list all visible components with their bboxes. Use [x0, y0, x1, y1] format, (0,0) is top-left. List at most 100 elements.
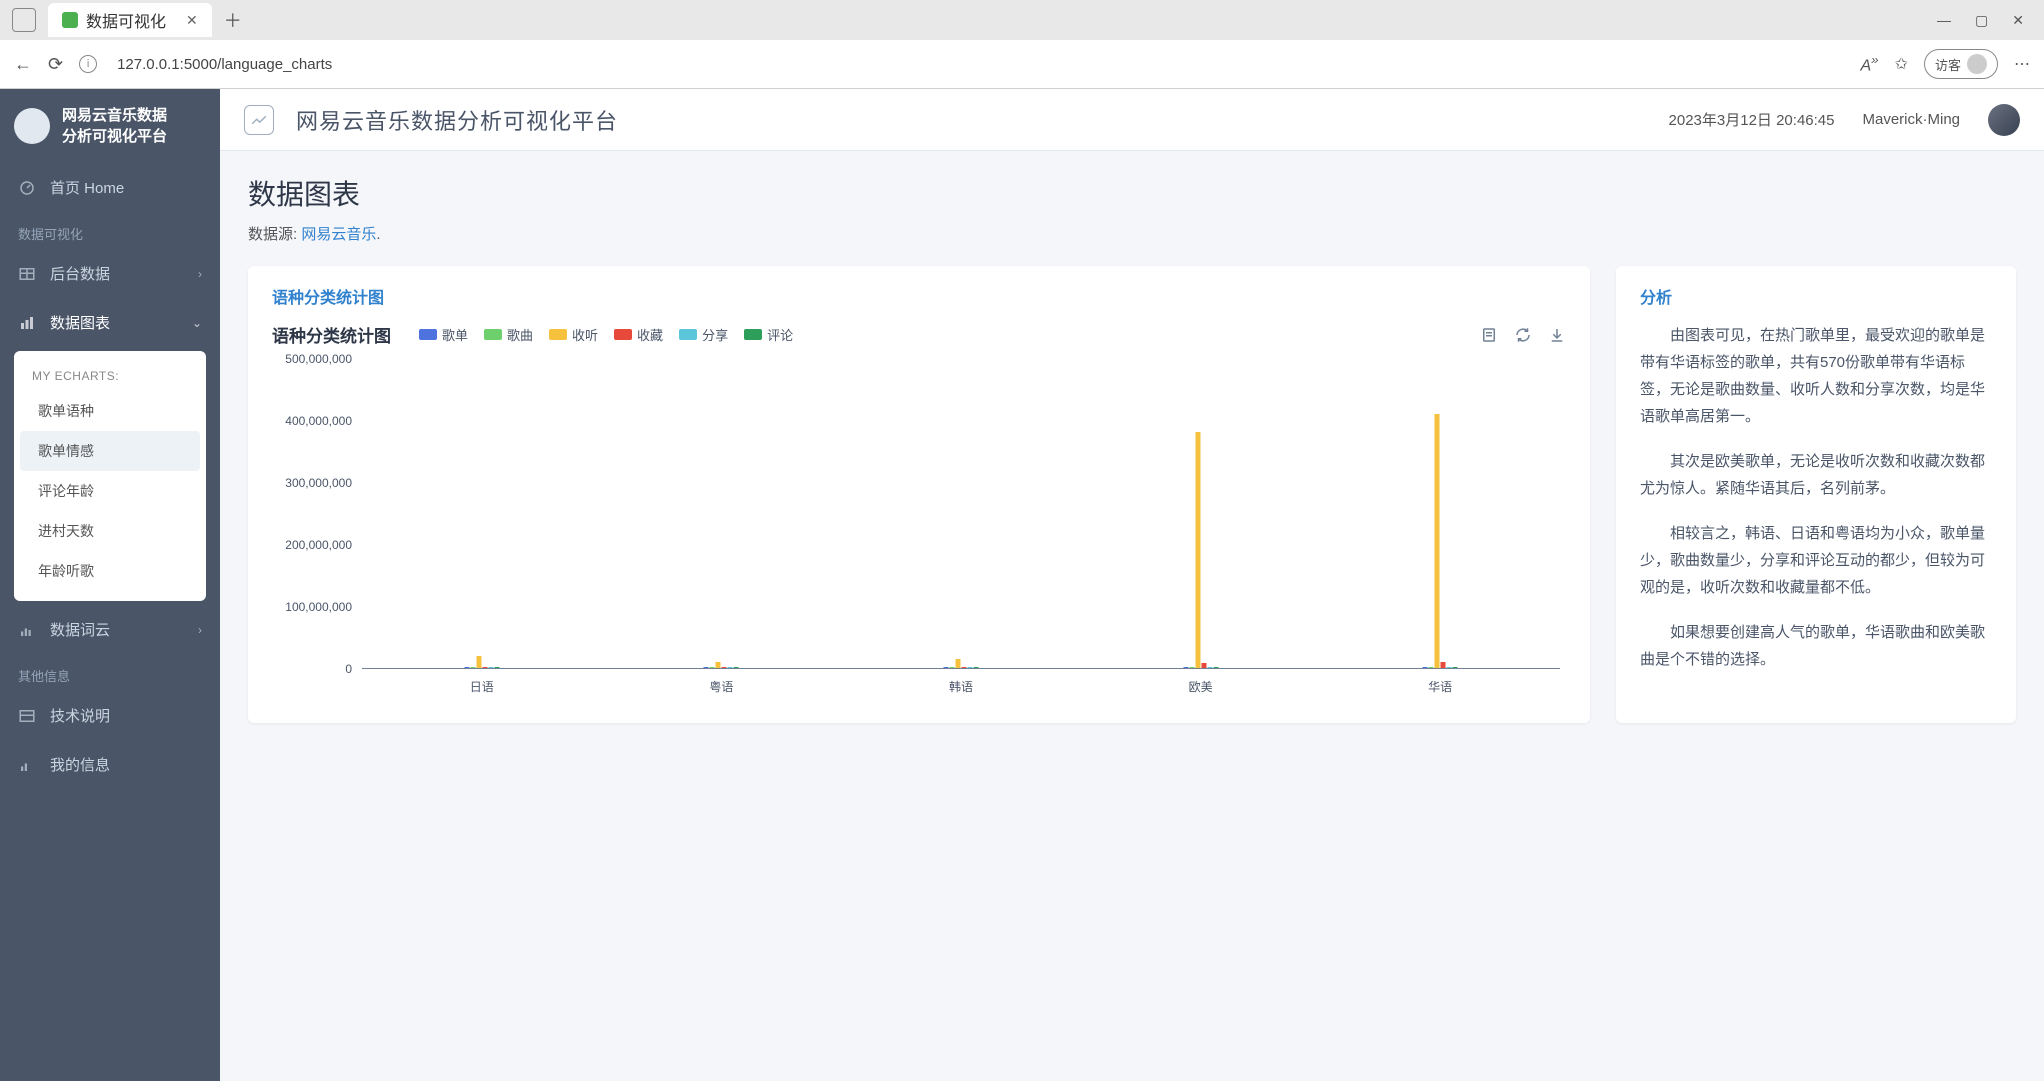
bar[interactable]	[1189, 667, 1194, 668]
bar[interactable]	[950, 667, 955, 668]
window-maximize-button[interactable]: ▢	[1975, 12, 1988, 29]
analysis-paragraph: 相较言之，韩语、日语和粤语均为小众，歌单量少，歌曲数量少，分享和评论互动的都少，…	[1640, 520, 1992, 601]
legend-label: 收听	[572, 325, 598, 344]
new-tab-button[interactable]: ＋	[224, 7, 242, 33]
bar[interactable]	[1213, 667, 1218, 668]
site-info-icon[interactable]: i	[79, 55, 97, 73]
bar[interactable]	[482, 667, 487, 668]
tab-close-button[interactable]: ✕	[186, 12, 198, 29]
sidebar-item-myinfo[interactable]: 我的信息	[0, 740, 220, 789]
browser-tab[interactable]: 数据可视化 ✕	[48, 3, 212, 37]
legend-item[interactable]: 收藏	[614, 325, 663, 344]
x-tick: 粤语	[709, 678, 733, 695]
legend-item[interactable]: 歌曲	[484, 325, 533, 344]
sidebar-item-label: 我的信息	[50, 754, 110, 775]
window-minimize-button[interactable]: —	[1937, 12, 1951, 29]
chart-card: 语种分类统计图 语种分类统计图 歌单歌曲收听收藏分享评论	[248, 266, 1590, 723]
back-button[interactable]: ←	[14, 54, 32, 75]
browser-chrome: 数据可视化 ✕ ＋ — ▢ ✕ ← ⟳ i A» ✩ 访客 ⋯	[0, 0, 2044, 89]
datasource-link[interactable]: 网易云音乐	[301, 226, 376, 243]
chart-card-title: 语种分类统计图	[272, 284, 1566, 308]
guest-profile-button[interactable]: 访客	[1924, 49, 1998, 79]
bar[interactable]	[968, 667, 973, 668]
y-tick: 200,000,000	[285, 538, 352, 552]
sidebar-item-home[interactable]: 首页 Home	[0, 163, 220, 212]
legend-item[interactable]: 评论	[744, 325, 793, 344]
bar[interactable]	[494, 667, 499, 668]
submenu-item-emotion[interactable]: 歌单情感	[20, 431, 200, 471]
bar[interactable]	[488, 667, 493, 668]
sidebar-item-label: 数据图表	[50, 312, 110, 333]
bar[interactable]	[1201, 663, 1206, 668]
bar[interactable]	[1195, 432, 1200, 668]
bar[interactable]	[722, 667, 727, 668]
chart-icon	[18, 314, 36, 332]
data-view-button[interactable]	[1480, 326, 1498, 344]
brand-line1: 网易云音乐数据	[62, 105, 167, 126]
refresh-chart-button[interactable]	[1514, 326, 1532, 344]
more-button[interactable]: ⋯	[2014, 54, 2030, 74]
bar[interactable]	[1423, 667, 1428, 668]
bar[interactable]	[1447, 667, 1452, 668]
user-avatar-icon[interactable]	[1988, 104, 2020, 136]
sidebar-item-backend[interactable]: 后台数据 ›	[0, 249, 220, 298]
legend-item[interactable]: 收听	[549, 325, 598, 344]
bar[interactable]	[476, 656, 481, 668]
analysis-paragraph: 如果想要创建高人气的歌单，华语歌曲和欧美歌曲是个不错的选择。	[1640, 619, 1992, 673]
content: 数据图表 数据源: 网易云音乐. 语种分类统计图 语种分类统计图 歌单歌曲收听收…	[220, 151, 2044, 745]
bar[interactable]	[728, 667, 733, 668]
sidebar-item-tech[interactable]: 技术说明	[0, 691, 220, 740]
bar[interactable]	[1453, 667, 1458, 668]
analysis-body: 由图表可见，在热门歌单里，最受欢迎的歌单是带有华语标签的歌单，共有570份歌单带…	[1640, 322, 1992, 673]
bar[interactable]	[1429, 667, 1434, 668]
brand: 网易云音乐数据 分析可视化平台	[0, 89, 220, 163]
submenu-item-days[interactable]: 进村天数	[20, 511, 200, 551]
bar[interactable]	[704, 667, 709, 668]
submenu-item-language[interactable]: 歌单语种	[20, 391, 200, 431]
submenu-item-age[interactable]: 评论年龄	[20, 471, 200, 511]
legend-swatch	[744, 329, 762, 340]
bar[interactable]	[716, 662, 721, 668]
sidebar: 网易云音乐数据 分析可视化平台 首页 Home 数据可视化 后台数据 › 数据图…	[0, 89, 220, 1081]
bar-group	[1423, 414, 1458, 668]
legend-item[interactable]: 分享	[679, 325, 728, 344]
favicon-icon	[62, 12, 78, 28]
y-tick: 100,000,000	[285, 600, 352, 614]
bar[interactable]	[1207, 667, 1212, 668]
bar[interactable]	[944, 667, 949, 668]
bar[interactable]	[1183, 667, 1188, 668]
submenu-item-agelisten[interactable]: 年龄听歌	[20, 551, 200, 591]
bar[interactable]	[962, 667, 967, 668]
tab-overview-button[interactable]	[12, 8, 36, 32]
refresh-button[interactable]: ⟳	[48, 54, 63, 75]
sidebar-item-label: 数据词云	[50, 619, 110, 640]
bar-group	[944, 659, 979, 668]
main: 网易云音乐数据分析可视化平台 2023年3月12日 20:46:45 Maver…	[220, 89, 2044, 1081]
sidebar-item-charts[interactable]: 数据图表 ⌄	[0, 298, 220, 347]
legend-label: 分享	[702, 325, 728, 344]
sidebar-item-wordcloud[interactable]: 数据词云 ›	[0, 605, 220, 654]
sub-suffix: .	[376, 226, 380, 243]
bar[interactable]	[464, 667, 469, 668]
legend-item[interactable]: 歌单	[419, 325, 468, 344]
x-tick: 华语	[1428, 678, 1452, 695]
doc-icon	[18, 707, 36, 725]
bar[interactable]	[470, 667, 475, 668]
bar[interactable]	[1435, 414, 1440, 668]
bar[interactable]	[956, 659, 961, 668]
sidebar-section-viz: 数据可视化	[0, 212, 220, 249]
legend-swatch	[419, 329, 437, 340]
bar[interactable]	[974, 667, 979, 668]
bar[interactable]	[1441, 662, 1446, 668]
download-chart-button[interactable]	[1548, 326, 1566, 344]
favorites-icon[interactable]: ✩	[1895, 54, 1908, 74]
legend-label: 歌曲	[507, 325, 533, 344]
sidebar-section-other: 其他信息	[0, 654, 220, 691]
reader-icon[interactable]: A»	[1860, 52, 1878, 75]
window-close-button[interactable]: ✕	[2012, 12, 2024, 29]
bar[interactable]	[710, 667, 715, 668]
analysis-title: 分析	[1640, 284, 1992, 308]
tab-title: 数据可视化	[86, 8, 166, 32]
bar[interactable]	[734, 667, 739, 668]
url-input[interactable]	[117, 56, 1844, 73]
